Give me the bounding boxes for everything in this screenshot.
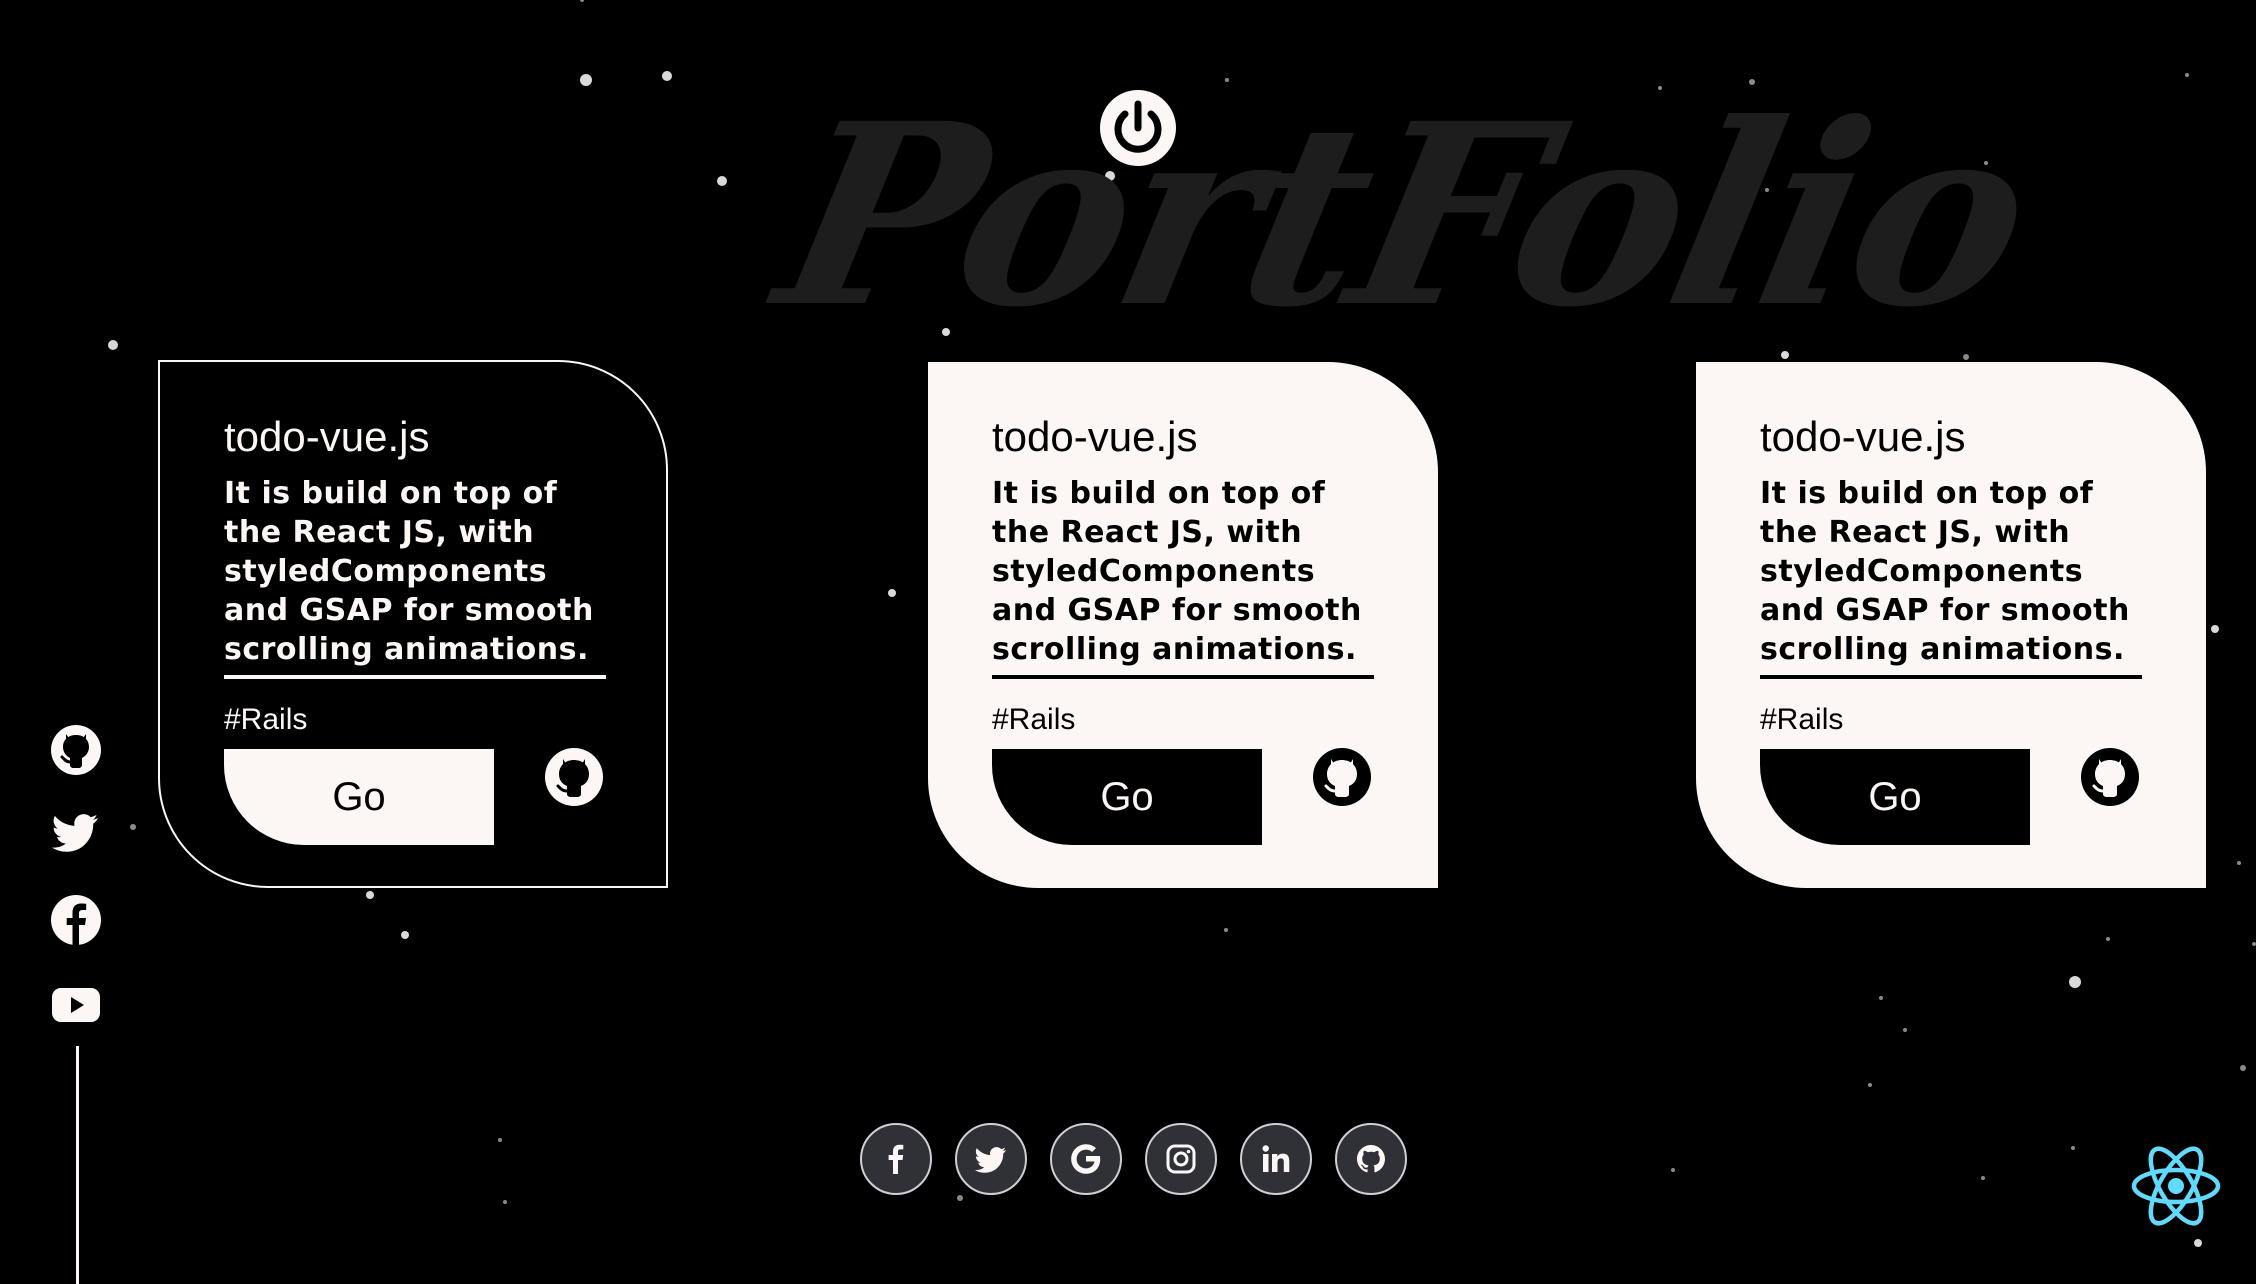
star [1879, 996, 1883, 1000]
project-actions: Go [1760, 747, 2142, 846]
youtube-icon [52, 988, 100, 1022]
twitter-icon [51, 814, 99, 852]
star [2237, 861, 2241, 865]
project-actions: Go [992, 747, 1374, 846]
github-icon [51, 725, 101, 775]
star [1981, 1176, 1985, 1180]
twitter-icon [974, 1147, 1006, 1173]
star [1868, 1083, 1872, 1087]
project-card-3: todo-vue.js It is build on top of the Re… [1696, 362, 2206, 888]
github-icon [1357, 1145, 1385, 1173]
star [366, 891, 374, 899]
go-button[interactable]: Go [992, 749, 1262, 846]
star [580, 74, 592, 86]
project-actions: Go [224, 747, 604, 846]
project-card-1: todo-vue.js It is build on top of the Re… [158, 360, 668, 888]
power-button[interactable] [1098, 88, 1178, 168]
project-description: It is build on top of the React JS, with… [224, 474, 606, 680]
star [108, 340, 118, 350]
star [580, 0, 584, 2]
project-description: It is build on top of the React JS, with… [992, 474, 1374, 680]
side-social-bar [50, 724, 104, 1064]
star [2194, 1239, 2202, 1247]
star [717, 176, 727, 186]
star [2252, 942, 2256, 946]
star [503, 1200, 507, 1204]
project-tag: #Rails [224, 703, 308, 737]
star [888, 589, 896, 597]
star [2211, 625, 2219, 633]
star [957, 1195, 963, 1201]
github-icon [1313, 748, 1371, 807]
star [2071, 978, 2079, 986]
github-link[interactable] [2080, 747, 2140, 807]
go-button[interactable]: Go [224, 749, 494, 846]
react-icon [2131, 1146, 2221, 1226]
instagram-icon [1166, 1144, 1196, 1174]
star [2240, 1065, 2246, 1071]
linkedin-icon [1262, 1145, 1290, 1172]
github-icon [545, 748, 603, 807]
star [1671, 1168, 1675, 1172]
google-icon [1071, 1144, 1101, 1174]
side-vertical-line [76, 1046, 79, 1284]
project-title: todo-vue.js [224, 413, 430, 460]
star [2106, 937, 2110, 941]
footer-google-link[interactable] [1050, 1123, 1122, 1195]
footer-facebook-link[interactable] [860, 1123, 932, 1195]
go-button[interactable]: Go [1760, 749, 2030, 846]
star [1903, 1028, 1907, 1032]
project-tag: #Rails [992, 703, 1076, 737]
portfolio-page: PortFolio todo-vue.js It is build on top… [0, 0, 2256, 1284]
power-icon [1100, 90, 1176, 166]
star [498, 1138, 502, 1142]
github-link[interactable] [1312, 747, 1372, 807]
footer-twitter-link[interactable] [955, 1123, 1027, 1195]
github-link[interactable] [544, 747, 604, 807]
star [2071, 1146, 2075, 1150]
footer-github-link[interactable] [1335, 1123, 1407, 1195]
star [130, 824, 136, 830]
project-title: todo-vue.js [992, 413, 1198, 460]
project-tag: #Rails [1760, 703, 1844, 737]
side-github-link[interactable] [50, 724, 102, 776]
github-icon [2081, 748, 2139, 807]
side-youtube-link[interactable] [50, 979, 102, 1031]
side-facebook-link[interactable] [50, 894, 102, 946]
project-card-2: todo-vue.js It is build on top of the Re… [928, 362, 1438, 888]
star [2185, 73, 2189, 77]
background-title: PortFolio [758, 68, 2050, 362]
footer-linkedin-link[interactable] [1240, 1123, 1312, 1195]
star [401, 931, 409, 939]
footer-instagram-link[interactable] [1145, 1123, 1217, 1195]
side-twitter-link[interactable] [50, 809, 102, 861]
facebook-icon [51, 895, 101, 945]
project-title: todo-vue.js [1760, 413, 1966, 460]
facebook-icon [888, 1144, 904, 1174]
project-description: It is build on top of the React JS, with… [1760, 474, 2142, 680]
footer-social-bar [860, 1123, 1407, 1195]
star [1224, 928, 1228, 932]
star [662, 71, 672, 81]
